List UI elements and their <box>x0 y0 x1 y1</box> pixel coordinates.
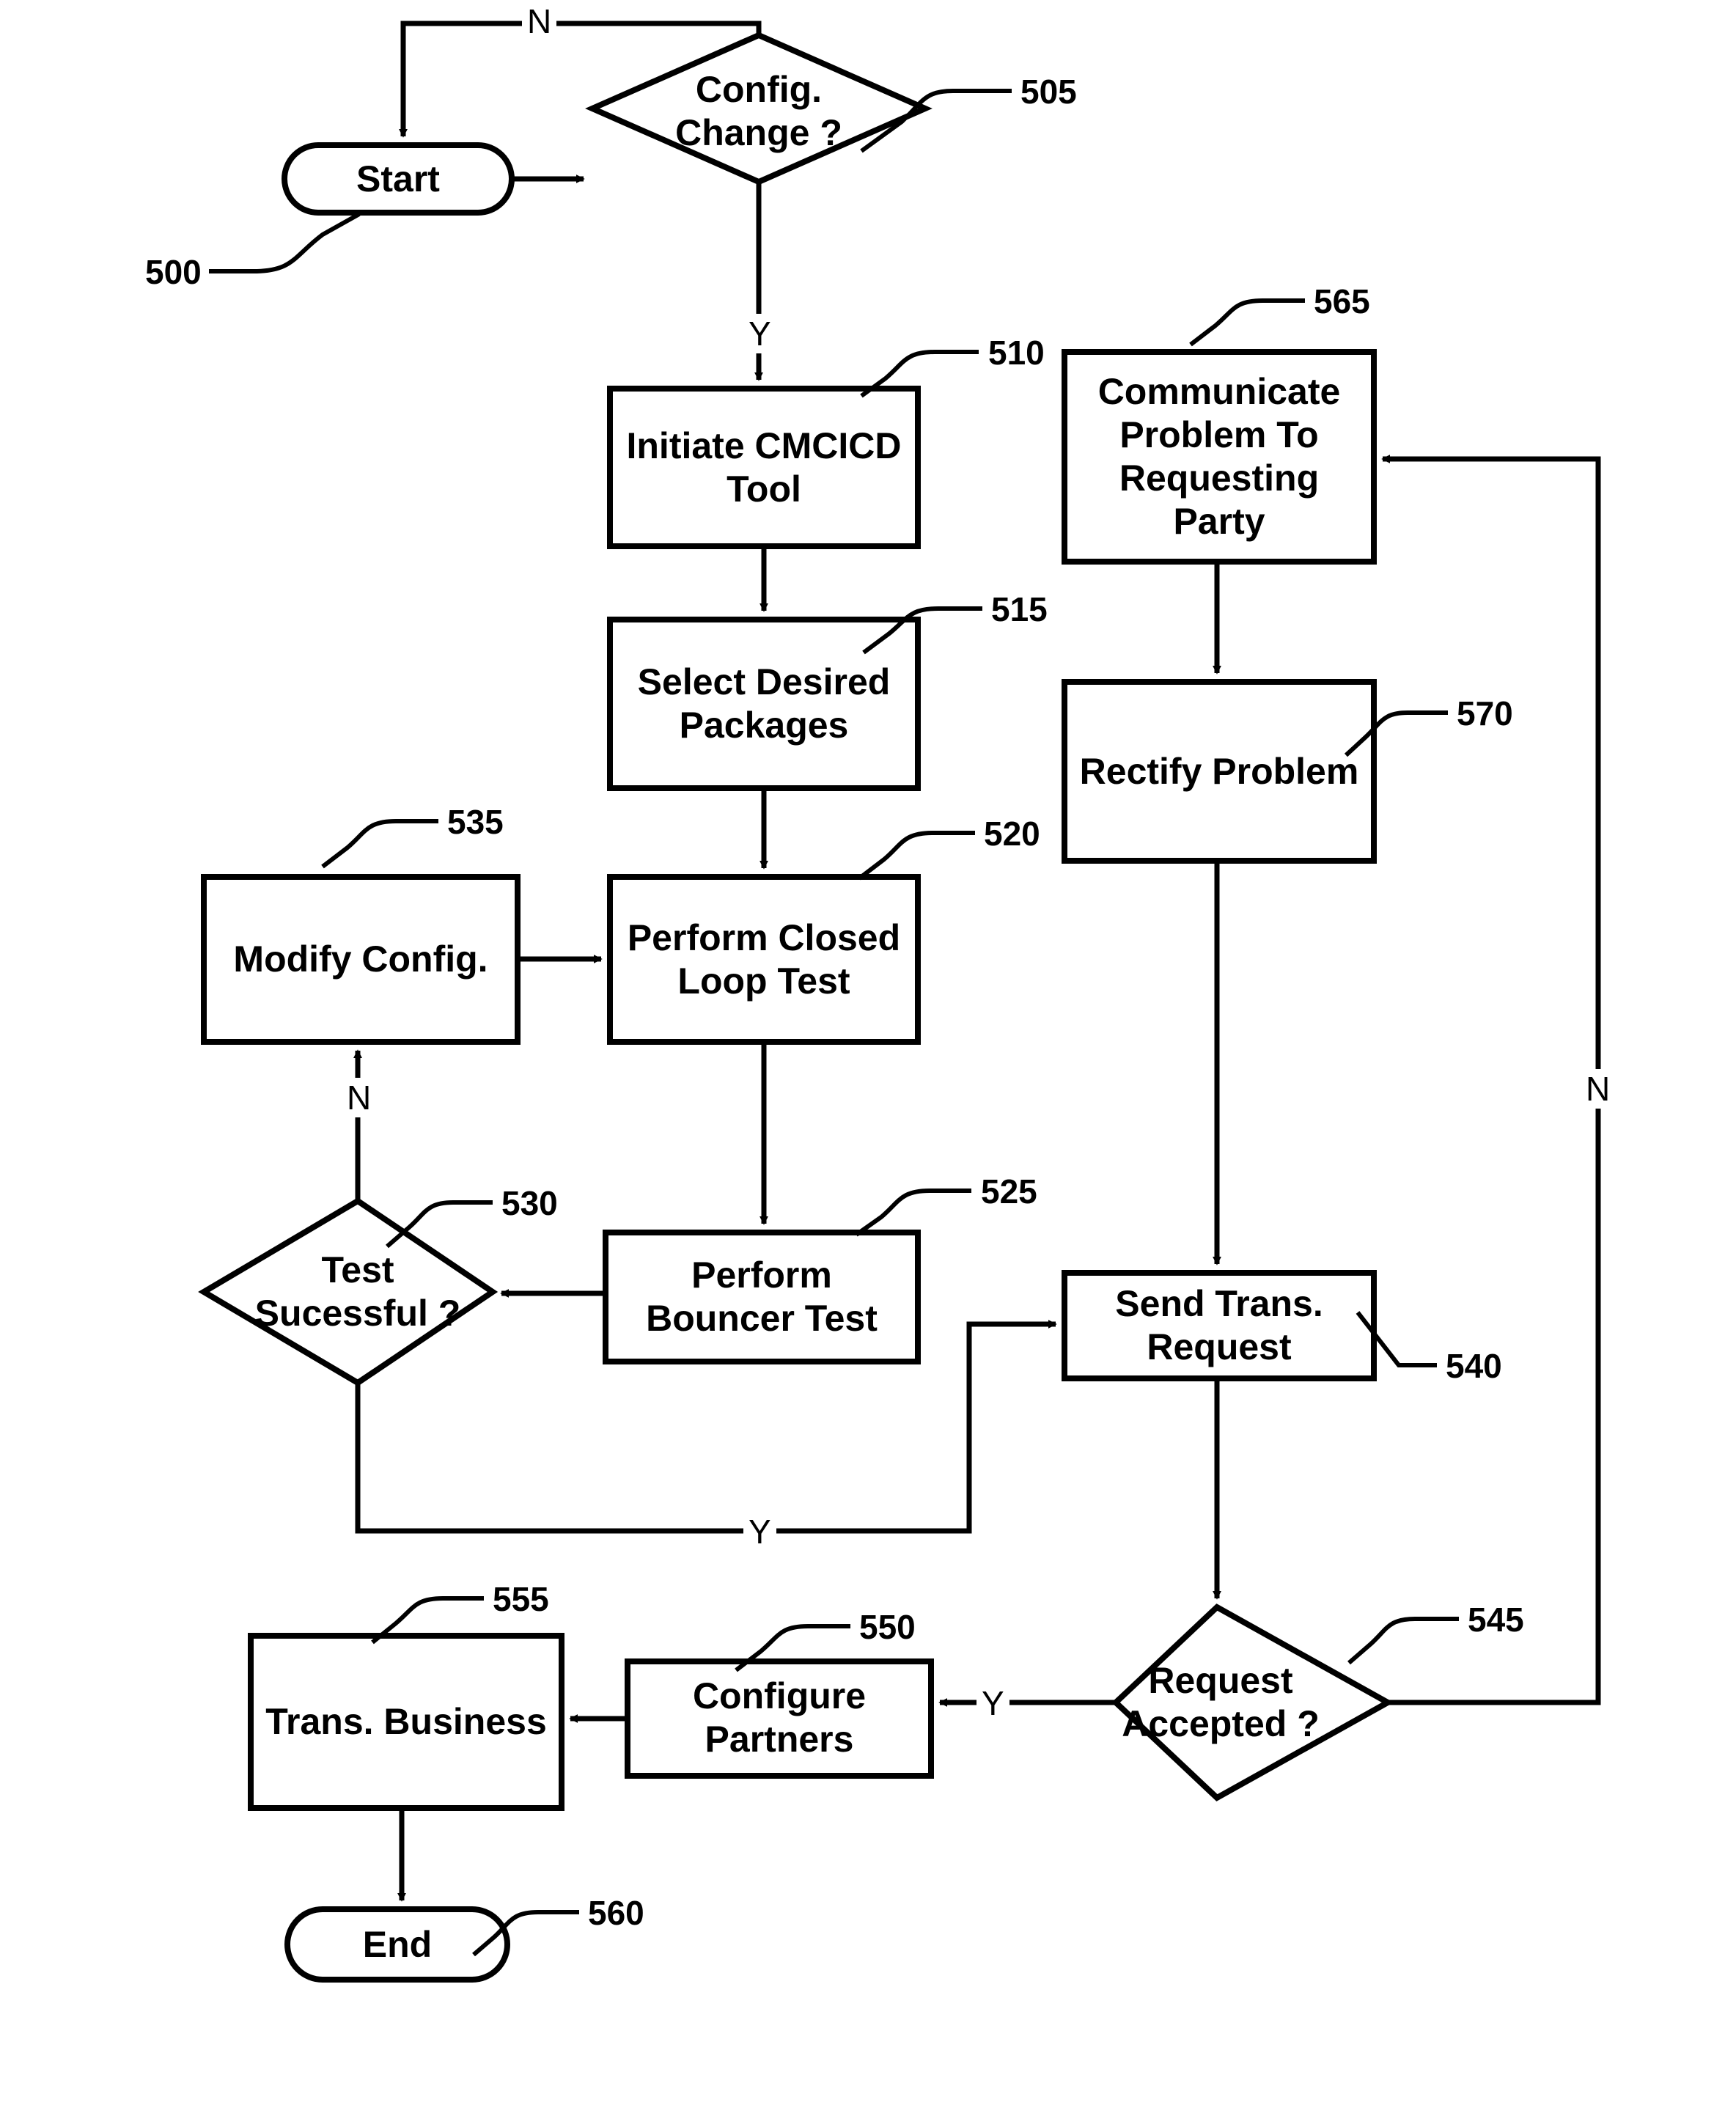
ref-number-565: 565 <box>1314 282 1370 320</box>
ref-number-570: 570 <box>1457 694 1513 732</box>
edge-label-request-accepted-yes: Y <box>976 1683 1009 1723</box>
leader-565 <box>1189 298 1305 347</box>
shape-start <box>282 142 515 216</box>
leader-545 <box>1347 1617 1459 1665</box>
leader-525 <box>855 1189 971 1237</box>
shape-modify-config <box>201 874 521 1045</box>
edge-label-test-sucessful-no: N <box>342 1078 377 1117</box>
shape-trans-business <box>248 1633 564 1811</box>
shape-test-sucessful <box>198 1197 499 1386</box>
shape-rectify-problem <box>1062 679 1377 864</box>
leader-570 <box>1344 710 1448 757</box>
ref-number-560: 560 <box>588 1894 644 1932</box>
flowchart-canvas: Start Config. Change ? Initiate CMCICD T… <box>0 0 1736 2105</box>
edge-label-config-change-yes: Y <box>743 314 776 353</box>
ref-number-520: 520 <box>984 815 1040 853</box>
ref-number-545: 545 <box>1468 1601 1524 1639</box>
shape-closed-loop-test <box>607 874 921 1045</box>
ref-number-505: 505 <box>1020 73 1077 111</box>
ref-number-555: 555 <box>493 1580 549 1618</box>
edge-requestaccepted-no <box>1381 455 1601 1705</box>
shape-initiate-cmcicd <box>607 386 921 549</box>
leader-560 <box>472 1910 579 1957</box>
leader-540 <box>1356 1311 1437 1367</box>
leader-520 <box>858 831 975 881</box>
leader-530 <box>386 1200 493 1249</box>
shape-bouncer-test <box>603 1230 921 1364</box>
shape-send-trans-request <box>1062 1270 1377 1381</box>
ref-number-500: 500 <box>145 253 202 291</box>
edge-label-config-change-no: N <box>522 1 557 41</box>
edge-config-change-no <box>399 21 762 138</box>
ref-number-525: 525 <box>981 1172 1037 1211</box>
ref-number-540: 540 <box>1446 1347 1502 1385</box>
leader-515 <box>862 606 982 655</box>
edge-testsucessful-yes <box>355 1320 1057 1534</box>
ref-number-535: 535 <box>447 803 504 841</box>
shape-request-accepted <box>1111 1603 1394 1801</box>
shape-configure-partners <box>625 1658 934 1779</box>
ref-number-530: 530 <box>501 1184 558 1222</box>
shape-end <box>284 1906 510 1983</box>
leader-500 <box>209 212 361 273</box>
shape-communicate-problem <box>1062 349 1377 565</box>
ref-number-515: 515 <box>991 590 1048 628</box>
leader-535 <box>321 819 438 869</box>
ref-number-550: 550 <box>859 1608 916 1646</box>
edge-label-test-sucessful-yes: Y <box>743 1512 776 1551</box>
leader-505 <box>860 89 1012 153</box>
edge-label-request-accepted-no: N <box>1581 1069 1616 1109</box>
flowchart-vector-layer <box>198 21 1601 1983</box>
shape-config-change <box>585 32 933 185</box>
ref-number-510: 510 <box>988 334 1045 372</box>
